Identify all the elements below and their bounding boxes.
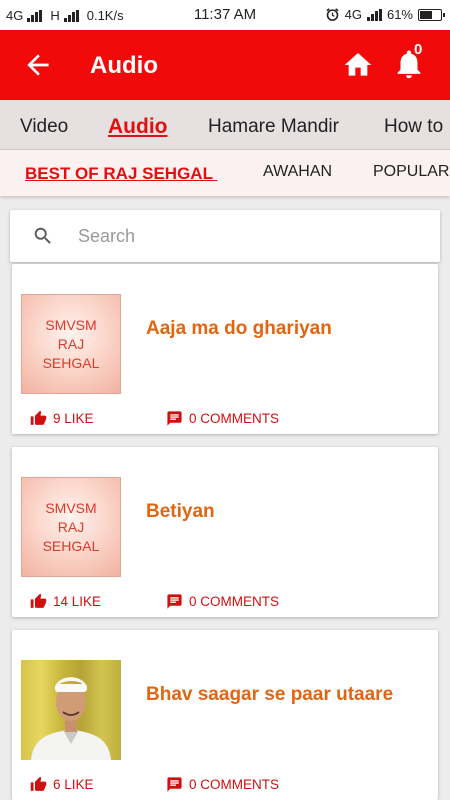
list-item[interactable]: SMVSM RAJ SEHGAL Aaja ma do ghariyan 9 L… — [12, 264, 438, 434]
thumbnail-line: RAJ — [57, 335, 85, 352]
tab-video[interactable]: Video — [20, 116, 68, 138]
item-title[interactable]: Betiyan — [146, 501, 215, 523]
search-input[interactable] — [78, 222, 418, 250]
thumbnail-text: SMVSM RAJ SEHGAL — [43, 499, 100, 556]
comment-count: 0 COMMENTS — [189, 777, 280, 792]
sub-tabs: BEST OF RAJ SEHGAL AWAHAN POPULAR — [0, 150, 450, 196]
subtab-popular[interactable]: POPULAR — [373, 163, 449, 181]
tab-audio[interactable]: Audio — [108, 115, 167, 139]
thumbs-up-icon — [30, 410, 47, 425]
comment-button[interactable]: 0 COMMENTS — [166, 410, 279, 427]
tab-how-to[interactable]: How to — [384, 116, 443, 138]
search-icon[interactable] — [32, 225, 54, 247]
thumbnail-line: SEHGAL — [42, 354, 100, 371]
search-bar — [10, 210, 440, 262]
alarm-icon — [326, 8, 339, 21]
network-type-3: 4G — [344, 7, 362, 22]
like-count: 6 LIKE — [53, 777, 94, 792]
like-button[interactable]: 9 LIKE — [30, 410, 94, 427]
thumbnail-text: SMVSM RAJ SEHGAL — [43, 316, 100, 373]
comment-button[interactable]: 0 COMMENTS — [166, 776, 279, 793]
thumbnail[interactable]: SMVSM RAJ SEHGAL — [21, 294, 121, 394]
thumbnail-photo[interactable] — [21, 660, 121, 760]
thumbnail-line: SMVSM — [45, 499, 97, 516]
like-button[interactable]: 6 LIKE — [30, 776, 94, 793]
comment-icon — [167, 411, 182, 426]
subtab-awahan[interactable]: AWAHAN — [263, 163, 332, 181]
thumbnail[interactable]: SMVSM RAJ SEHGAL — [21, 477, 121, 577]
item-title[interactable]: Bhav saagar se paar utaare — [146, 684, 393, 706]
thumbs-up-icon — [30, 593, 47, 608]
battery-percent: 61% — [386, 7, 413, 22]
thumbs-up-icon — [30, 776, 47, 791]
tab-hamare-mandir[interactable]: Hamare Mandir — [208, 116, 339, 138]
battery-icon — [418, 8, 445, 21]
page-title: Audio — [90, 52, 158, 79]
list-item[interactable]: Bhav saagar se paar utaare 6 LIKE 0 COMM… — [12, 630, 438, 800]
home-icon[interactable] — [342, 49, 374, 81]
status-bar: 4G H 0.1K/s 11:37 AM 4G 61% — [0, 0, 450, 30]
notification-count: 0 — [414, 41, 423, 58]
item-title[interactable]: Aaja ma do ghariyan — [146, 318, 332, 340]
comment-count: 0 COMMENTS — [189, 594, 280, 609]
like-count: 14 LIKE — [53, 594, 102, 609]
app-bar: Audio 0 — [0, 30, 450, 100]
status-right: 4G 61% — [325, 7, 445, 22]
list-item[interactable]: SMVSM RAJ SEHGAL Betiyan 14 LIKE 0 COMME… — [12, 447, 438, 617]
like-count: 9 LIKE — [53, 411, 94, 426]
comment-icon — [167, 594, 182, 609]
main-tabs: Video Audio Hamare Mandir How to — [0, 100, 450, 150]
subtab-best-of-raj-sehgal[interactable]: BEST OF RAJ SEHGAL — [25, 164, 217, 184]
comment-button[interactable]: 0 COMMENTS — [166, 593, 279, 610]
comment-icon — [167, 777, 182, 792]
thumbnail-line: RAJ — [57, 518, 85, 535]
person-photo — [31, 677, 111, 760]
like-button[interactable]: 14 LIKE — [30, 593, 101, 610]
comment-count: 0 COMMENTS — [189, 411, 280, 426]
thumbnail-line: SEHGAL — [42, 537, 100, 554]
thumbnail-line: SMVSM — [45, 316, 97, 333]
signal-icon-3 — [366, 8, 382, 21]
back-arrow-icon[interactable] — [22, 49, 54, 81]
